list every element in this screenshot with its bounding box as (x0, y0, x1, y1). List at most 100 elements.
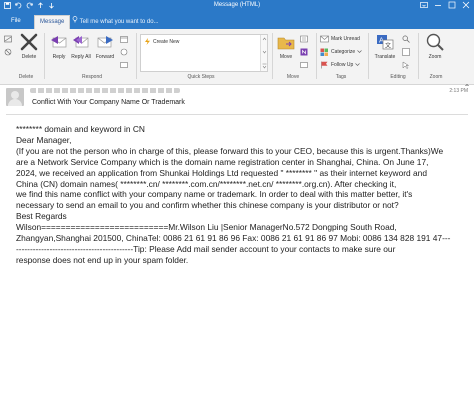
body-line: ******** domain and keyword in CN (16, 124, 145, 134)
chevron-down-icon (357, 49, 362, 56)
group-separator (316, 33, 317, 79)
rules-button[interactable] (300, 34, 308, 44)
group-delete-label: Delete (18, 74, 34, 80)
ribbon-display-icon[interactable] (420, 1, 428, 11)
related-icon (402, 48, 410, 56)
related-button[interactable] (402, 47, 410, 57)
actions-icon (300, 62, 308, 68)
body-line: ----------------------------------------… (16, 243, 396, 254)
mark-unread-button[interactable]: Mark Unread (320, 34, 360, 44)
body-line: Dear Manager, (16, 134, 72, 145)
move-label: Move (279, 54, 293, 60)
ribbon-tabs: File Message Tell me what you want to do… (0, 12, 474, 29)
rules-icon (300, 35, 308, 43)
forward-icon (97, 36, 113, 48)
quick-step-label: Create New (153, 38, 180, 45)
flag-icon (321, 61, 328, 69)
body-line: Zhangyan,Shanghai 201500, ChinaTel: 0086… (16, 233, 451, 244)
maximize-icon[interactable] (448, 1, 456, 11)
im-icon (120, 48, 128, 56)
avatar-head-shape (11, 91, 19, 99)
translate-label: Translate (374, 54, 396, 60)
message-body: ******** domain and keyword in CN Dear M… (16, 124, 468, 266)
gallery-scrollbar[interactable] (260, 35, 267, 71)
body-line: Best Regards (16, 211, 67, 222)
header-divider (6, 114, 468, 115)
translate-button[interactable]: A文 Translate (370, 32, 400, 72)
delete-x-icon (20, 33, 38, 51)
ignore-icon (4, 35, 12, 43)
reply-all-button[interactable]: Reply All (68, 32, 94, 72)
envelope-icon (320, 35, 329, 43)
zoom-magnifier-icon (426, 33, 444, 51)
find-button[interactable] (402, 34, 410, 44)
chevron-down-icon (355, 62, 360, 69)
group-zoom-label: Zoom (429, 74, 443, 80)
group-separator (368, 33, 369, 79)
window-controls (420, 1, 470, 11)
ribbon: Delete Delete Reply Reply All Forward Re… (0, 29, 474, 88)
meeting-icon (120, 36, 128, 43)
onenote-icon (300, 48, 308, 56)
more-respond-button[interactable] (120, 60, 128, 70)
title-bar: Message (HTML) (0, 0, 474, 12)
search-icon (402, 35, 410, 43)
avatar-body-shape (8, 99, 22, 106)
group-tags-label: Tags (335, 74, 347, 80)
translate-icon: A文 (377, 35, 394, 50)
delete-label: Delete (21, 54, 37, 60)
received-time: 2:13 PM (449, 88, 468, 94)
forward-button[interactable]: Forward (92, 32, 118, 72)
categorize-button[interactable]: Categorize (320, 47, 362, 57)
more-icon (120, 62, 128, 68)
tell-me-box[interactable]: Tell me what you want to do... (72, 16, 159, 27)
body-line: (If you are not the person who in charge… (16, 145, 444, 156)
quick-step-create-new[interactable]: Create New (144, 38, 179, 45)
body-line: necessary to send an email to you and co… (16, 200, 399, 211)
avatar[interactable] (6, 88, 24, 106)
zoom-button[interactable]: Zoom (422, 32, 448, 72)
svg-text:文: 文 (385, 42, 391, 50)
group-move-label: Move (286, 74, 300, 80)
group-separator (272, 33, 273, 79)
meeting-button[interactable] (120, 34, 128, 44)
move-button[interactable]: Move (274, 32, 298, 72)
body-line: we find this name conflict with your com… (16, 189, 413, 200)
tab-message[interactable]: Message (34, 15, 71, 29)
cursor-icon (402, 61, 410, 69)
im-button[interactable] (120, 47, 128, 57)
group-separator (418, 33, 419, 79)
forward-label: Forward (95, 54, 115, 60)
follow-up-label: Follow Up (331, 62, 354, 68)
mark-unread-label: Mark Unread (331, 36, 360, 42)
junk-button[interactable] (4, 47, 12, 57)
lightning-icon (145, 38, 150, 45)
follow-up-button[interactable]: Follow Up (320, 60, 360, 70)
body-line: 2024, we received an application from Sh… (16, 167, 427, 178)
reply-label: Reply (52, 54, 66, 60)
select-button[interactable] (402, 60, 410, 70)
minimize-icon[interactable] (434, 1, 442, 11)
ignore-button[interactable] (4, 34, 12, 44)
delete-button[interactable]: Delete (16, 32, 42, 72)
group-editing-label: Editing (390, 74, 406, 80)
sender-redacted (30, 88, 180, 93)
category-icon (320, 48, 328, 56)
close-icon[interactable] (462, 1, 470, 11)
quick-steps-gallery[interactable]: Create New (140, 34, 268, 72)
junk-icon (4, 48, 12, 56)
body-line: China (CN) domain names( ********.cn/ **… (16, 178, 397, 189)
onenote-button[interactable] (300, 47, 308, 57)
actions-button[interactable] (300, 60, 308, 70)
move-folder-icon (277, 37, 295, 50)
tab-file[interactable]: File (6, 15, 26, 29)
zoom-label: Zoom (428, 54, 442, 60)
reply-icon (51, 36, 67, 48)
reply-all-label: Reply All (71, 54, 91, 60)
message-subject: Conflict With Your Company Name Or Trade… (32, 99, 185, 106)
body-line: are a Network Service Company which is t… (16, 156, 429, 167)
reply-all-icon (73, 36, 89, 48)
window-title: Message (HTML) (213, 2, 261, 8)
categorize-label: Categorize (331, 49, 356, 55)
group-respond-label: Respond (81, 74, 102, 80)
